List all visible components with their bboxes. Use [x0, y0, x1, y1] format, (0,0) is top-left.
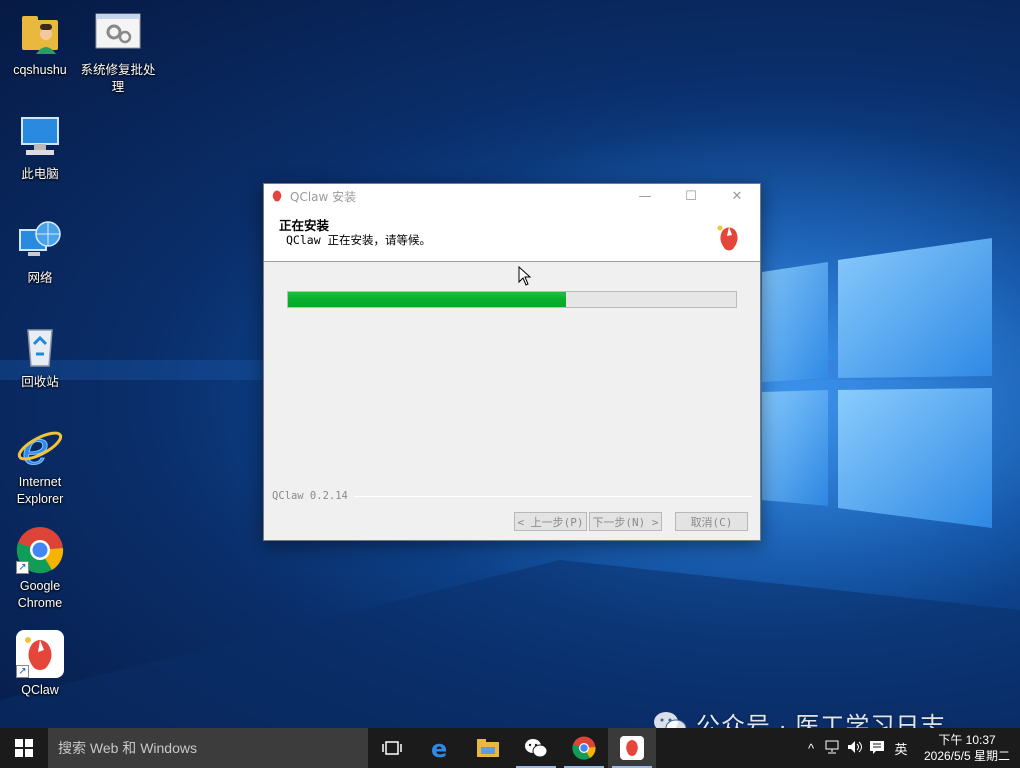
- action-center-icon: [870, 740, 884, 754]
- dialog-header: 正在安装 QClaw 正在安装，请等候。: [264, 208, 760, 262]
- chrome-icon: ↗: [16, 526, 64, 574]
- shortcut-arrow-icon: ↗: [16, 665, 29, 678]
- desktop-icon-this-pc[interactable]: 此电脑: [1, 114, 79, 183]
- shortcut-arrow-icon: ↗: [16, 561, 29, 574]
- desktop-icon-cqshushu[interactable]: cqshushu: [1, 10, 79, 79]
- next-button[interactable]: 下一步(N) >: [589, 512, 662, 531]
- speaker-icon: [848, 740, 862, 753]
- search-placeholder: 搜索 Web 和 Windows: [58, 740, 197, 756]
- clock[interactable]: 下午 10:37 2026/5/5 星期二: [914, 732, 1020, 764]
- qclaw-app-icon: [272, 190, 282, 202]
- install-progress-bar: [287, 291, 737, 308]
- wechat-icon: [525, 739, 548, 758]
- tray-overflow-chevron-icon[interactable]: ^: [800, 741, 822, 756]
- recycle-bin-icon: [16, 322, 64, 370]
- divider: [353, 495, 752, 497]
- minimize-button[interactable]: —: [622, 184, 668, 208]
- taskbar-chrome[interactable]: [560, 728, 608, 768]
- desktop-icon-network[interactable]: 网络: [1, 218, 79, 287]
- taskbar-edge[interactable]: e: [416, 728, 464, 768]
- header-subtitle: QClaw 正在安装，请等候。: [286, 233, 432, 247]
- svg-text:e: e: [431, 737, 447, 759]
- network-icon: [16, 218, 64, 266]
- windows-start-icon: [15, 739, 33, 757]
- system-tray: ^ 英 下午 10:37 2026/5/5 星期二: [800, 728, 1020, 768]
- start-button[interactable]: [0, 728, 48, 768]
- notification-tray-icon[interactable]: [866, 740, 888, 757]
- taskbar-wechat[interactable]: [512, 728, 560, 768]
- volume-tray-icon[interactable]: [844, 740, 866, 757]
- taskbar-file-explorer[interactable]: [464, 728, 512, 768]
- qclaw-logo-icon: [717, 225, 738, 251]
- ime-indicator[interactable]: 英: [888, 739, 914, 758]
- desktop-icon-recycle-bin[interactable]: 回收站: [1, 322, 79, 391]
- qclaw-icon: ↗: [16, 630, 64, 678]
- version-row: QClaw 0.2.14: [272, 490, 752, 502]
- ie-icon: e: [16, 421, 64, 476]
- progress-fill: [288, 292, 566, 307]
- network-tray-icon[interactable]: [822, 740, 844, 757]
- desktop-icon-qclaw[interactable]: ↗ QClaw: [1, 630, 79, 699]
- desktop-icon-internet-explorer[interactable]: e Internet Explorer: [1, 421, 79, 508]
- close-button[interactable]: ✕: [714, 184, 760, 208]
- maximize-button[interactable]: ☐: [668, 184, 714, 208]
- cancel-button[interactable]: 取消(C): [675, 512, 748, 531]
- dialog-titlebar[interactable]: QClaw 安装 — ☐ ✕: [264, 184, 760, 208]
- computer-icon: [16, 114, 64, 162]
- edge-icon: e: [431, 737, 447, 759]
- task-view-icon: [382, 741, 402, 755]
- task-view-button[interactable]: [368, 728, 416, 768]
- clock-date: 2026/5/5 星期二: [923, 749, 1011, 763]
- network-status-icon: [825, 740, 839, 753]
- desktop-icon-google-chrome[interactable]: ↗ Google Chrome: [1, 526, 79, 612]
- desktop-icon-batch-file[interactable]: 系统修复批处 理: [79, 10, 157, 96]
- dialog-title: QClaw 安装: [290, 189, 357, 204]
- back-button[interactable]: < 上一步(P): [514, 512, 587, 531]
- batch-file-icon: [94, 10, 142, 58]
- taskbar: 搜索 Web 和 Windows e ^ 英 下午 10:37 2026/5/5…: [0, 728, 1020, 768]
- file-explorer-icon: [477, 739, 499, 757]
- user-folder-icon: [16, 10, 64, 58]
- chrome-icon: [572, 736, 596, 760]
- taskbar-search-box[interactable]: 搜索 Web 和 Windows: [48, 728, 368, 768]
- qclaw-icon: [620, 736, 644, 760]
- taskbar-qclaw[interactable]: [608, 728, 656, 768]
- installer-dialog: QClaw 安装 — ☐ ✕ 正在安装 QClaw 正在安装，请等候。 QCla…: [263, 183, 761, 541]
- mouse-cursor-icon: [518, 266, 532, 286]
- clock-time: 下午 10:37: [938, 733, 996, 747]
- version-label: QClaw 0.2.14: [272, 490, 348, 502]
